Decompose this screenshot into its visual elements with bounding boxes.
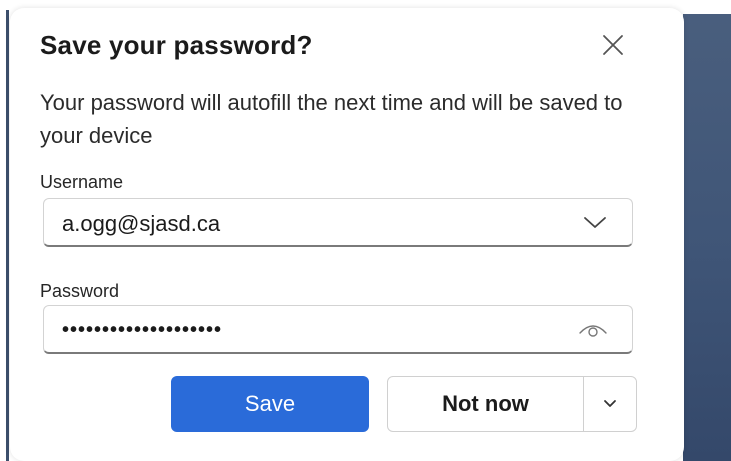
chevron-down-icon (604, 400, 616, 407)
not-now-button-group: Not now (387, 376, 637, 432)
eye-icon (579, 325, 607, 337)
background-window (683, 0, 731, 461)
username-field[interactable]: a.ogg@sjasd.ca (43, 198, 633, 247)
dialog-message: Your password will autofill the next tim… (40, 90, 623, 148)
not-now-button[interactable]: Not now (388, 377, 584, 431)
background-left-accent (6, 10, 9, 461)
password-value: •••••••••••••••••••• (62, 319, 223, 341)
username-value: a.ogg@sjasd.ca (62, 211, 221, 236)
password-field[interactable]: •••••••••••••••••••• (43, 305, 633, 354)
close-icon (603, 35, 623, 55)
chevron-down-icon (584, 217, 606, 228)
reveal-password-button[interactable] (576, 318, 610, 342)
dialog-title: Save your password? (40, 30, 313, 60)
background-top-area (683, 0, 731, 14)
password-label: Password (40, 281, 120, 301)
more-options-button[interactable] (584, 377, 636, 431)
username-label: Username (40, 172, 124, 192)
close-button[interactable] (596, 28, 630, 62)
username-dropdown-button[interactable] (582, 212, 608, 234)
save-button[interactable]: Save (171, 376, 369, 432)
